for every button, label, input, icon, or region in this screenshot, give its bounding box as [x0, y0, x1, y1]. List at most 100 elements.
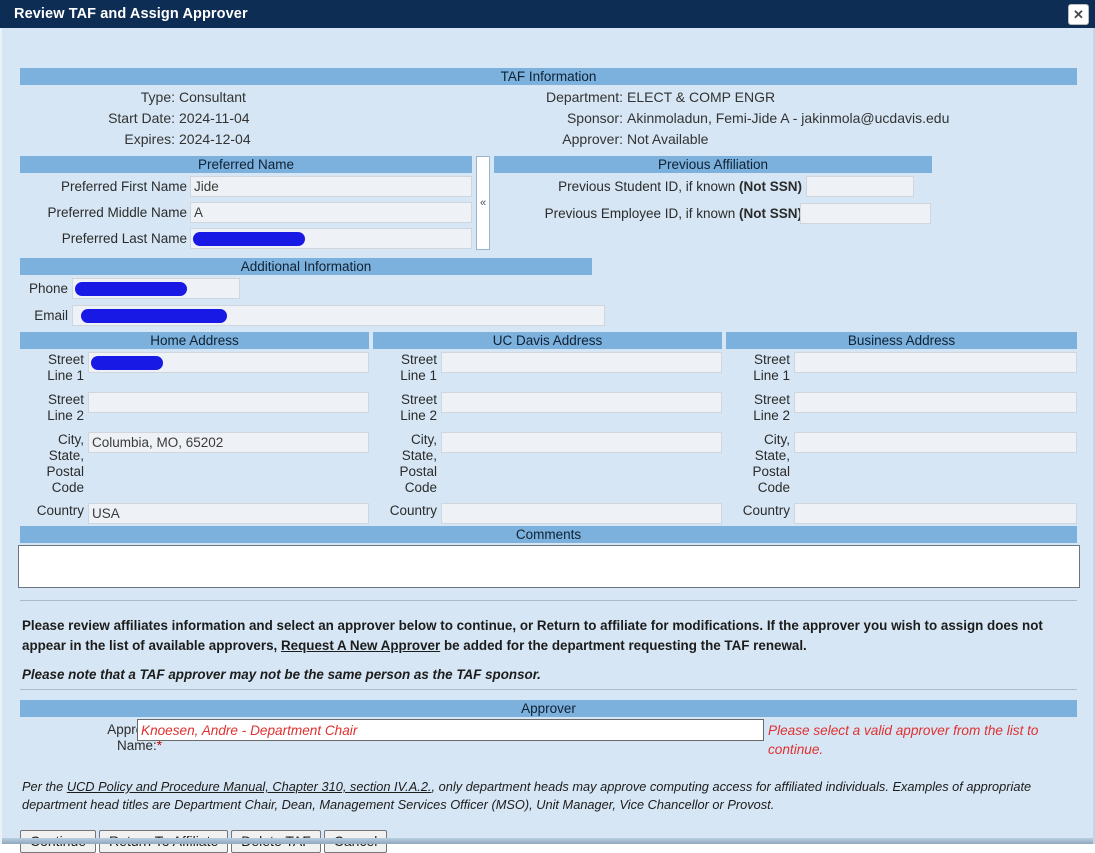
policy-note-text-before-link: Per the — [22, 779, 67, 794]
input-email[interactable] — [72, 305, 605, 326]
taf-label-start-date: Start Date: — [108, 110, 175, 126]
panel-collapse-splitter[interactable]: « — [476, 156, 490, 250]
divider — [20, 600, 1077, 601]
field-row-ucdavis-city-state-postal: City, State, Postal Code — [373, 432, 722, 500]
input-home-street-line-2[interactable] — [88, 392, 369, 413]
section-header-additional-information: Additional Information — [20, 258, 592, 275]
field-row-previous-employee-id: Previous Employee ID, if known (Not SSN) — [494, 203, 932, 229]
field-row-phone: Phone — [2, 278, 242, 304]
field-row-business-street-line-2: Street Line 2 — [726, 392, 1077, 423]
field-row-home-city-state-postal: City, State, Postal Code Columbia, MO, 6… — [20, 432, 369, 500]
modal-body: TAF Information Type: Consultant Departm… — [0, 28, 1095, 853]
field-row-previous-student-id: Previous Student ID, if known (Not SSN) — [494, 176, 932, 202]
label-street-line-2: Street Line 2 — [47, 392, 84, 423]
label-street-line-1: Street Line 1 — [400, 352, 437, 383]
input-business-country[interactable] — [794, 503, 1077, 524]
section-header-taf-information: TAF Information — [20, 68, 1077, 85]
label-street-line-1: Street Line 1 — [47, 352, 84, 383]
taf-information-grid: Type: Consultant Department: ELECT & COM… — [2, 87, 1095, 150]
label-country: Country — [742, 503, 790, 518]
input-home-country[interactable]: USA — [88, 503, 369, 524]
label-previous-employee-id: Previous Employee ID, if known (Not SSN) — [544, 206, 802, 221]
input-phone[interactable] — [72, 278, 240, 299]
label-preferred-middle-name: Preferred Middle Name — [47, 205, 187, 220]
divider — [20, 689, 1077, 690]
input-business-street-line-2[interactable] — [794, 392, 1077, 413]
input-ucdavis-city-state-postal[interactable] — [441, 432, 722, 453]
input-business-city-state-postal[interactable] — [794, 432, 1077, 453]
input-preferred-middle-name[interactable]: A — [190, 202, 472, 223]
redaction-mark — [91, 356, 163, 370]
label-country: Country — [36, 503, 84, 518]
label-preferred-first-name: Preferred First Name — [60, 179, 187, 194]
instructions-text-after-link: be added for the department requesting t… — [440, 638, 807, 653]
approver-error-message: Please select a valid approver from the … — [768, 723, 1039, 757]
field-row-business-street-line-1: Street Line 1 — [726, 352, 1077, 383]
request-new-approver-link[interactable]: Request A New Approver — [281, 638, 440, 653]
taf-label-type: Type: — [140, 89, 175, 105]
address-column-ucdavis: UC Davis Address Street Line 1 Street Li… — [373, 332, 722, 529]
redaction-mark — [75, 282, 187, 296]
field-row-business-city-state-postal: City, State, Postal Code — [726, 432, 1077, 500]
section-header-home-address: Home Address — [20, 332, 369, 349]
input-ucdavis-street-line-1[interactable] — [441, 352, 722, 373]
input-business-street-line-1[interactable] — [794, 352, 1077, 373]
input-previous-student-id[interactable] — [806, 176, 914, 197]
taf-label-department: Department: — [545, 89, 623, 105]
input-ucdavis-country[interactable] — [441, 503, 722, 524]
taf-label-approver: Approver: — [562, 131, 623, 147]
label-city-state-postal: City, State, Postal Code — [46, 432, 84, 495]
field-row-email: Email — [2, 305, 607, 331]
redaction-mark — [81, 309, 227, 323]
taf-value-department: ELECT & COMP ENGR — [627, 89, 776, 105]
approver-name-input[interactable] — [137, 719, 764, 741]
field-row-preferred-last-name: Preferred Last Name — [2, 228, 472, 254]
field-row-ucdavis-street-line-2: Street Line 2 — [373, 392, 722, 423]
taf-label-sponsor: Sponsor: — [566, 110, 623, 126]
section-header-business-address: Business Address — [726, 332, 1077, 349]
section-header-preferred-name: Preferred Name — [20, 156, 472, 173]
field-row-home-street-line-2: Street Line 2 — [20, 392, 369, 423]
input-ucdavis-street-line-2[interactable] — [441, 392, 722, 413]
section-header-ucdavis-address: UC Davis Address — [373, 332, 722, 349]
close-icon[interactable]: ✕ — [1068, 3, 1089, 25]
taf-value-sponsor: Akinmoladun, Femi-Jide A - jakinmola@ucd… — [627, 110, 950, 126]
taf-value-start-date: 2024-11-04 — [179, 110, 250, 126]
input-home-city-state-postal[interactable]: Columbia, MO, 65202 — [88, 432, 369, 453]
field-row-ucdavis-street-line-1: Street Line 1 — [373, 352, 722, 383]
ucd-policy-manual-link[interactable]: UCD Policy and Procedure Manual, Chapter… — [67, 779, 432, 794]
chevron-left-icon: « — [479, 197, 487, 209]
input-previous-employee-id[interactable] — [800, 203, 931, 224]
field-row-preferred-first-name: Preferred First Name Jide — [2, 176, 472, 202]
section-header-approver: Approver — [20, 700, 1077, 717]
input-preferred-last-name[interactable] — [190, 228, 472, 249]
policy-note: Per the UCD Policy and Procedure Manual,… — [22, 778, 1082, 814]
instructions-paragraph-2: Please note that a TAF approver may not … — [22, 667, 541, 682]
modal-window: Review TAF and Assign Approver ✕ TAF Inf… — [0, 0, 1095, 853]
address-column-business: Business Address Street Line 1 Street Li… — [726, 332, 1077, 529]
taf-value-expires: 2024-12-04 — [179, 131, 251, 147]
taf-value-type: Consultant — [179, 89, 246, 105]
label-street-line-2: Street Line 2 — [400, 392, 437, 423]
section-header-comments: Comments — [20, 526, 1077, 543]
label-previous-student-id: Previous Student ID, if known (Not SSN) — [558, 179, 802, 194]
taf-label-expires: Expires: — [124, 131, 175, 147]
instructions-paragraph-1: Please review affiliates information and… — [22, 616, 1057, 656]
label-email: Email — [34, 308, 68, 323]
label-country: Country — [389, 503, 437, 518]
window-title: Review TAF and Assign Approver — [14, 6, 248, 22]
section-header-previous-affiliation: Previous Affiliation — [494, 156, 932, 173]
label-phone: Phone — [28, 281, 68, 296]
input-preferred-first-name[interactable]: Jide — [190, 176, 472, 197]
label-street-line-1: Street Line 1 — [753, 352, 790, 383]
field-row-home-street-line-1: Street Line 1 — [20, 352, 369, 383]
label-city-state-postal: City, State, Postal Code — [399, 432, 437, 495]
taf-value-approver: Not Available — [627, 131, 709, 147]
input-home-street-line-1[interactable] — [88, 352, 369, 373]
field-row-preferred-middle-name: Preferred Middle Name A — [2, 202, 472, 228]
window-titlebar: Review TAF and Assign Approver ✕ — [0, 0, 1095, 28]
comments-textarea[interactable] — [18, 545, 1080, 588]
redaction-mark — [193, 232, 305, 246]
window-bottom-edge — [2, 838, 1093, 844]
label-street-line-2: Street Line 2 — [753, 392, 790, 423]
